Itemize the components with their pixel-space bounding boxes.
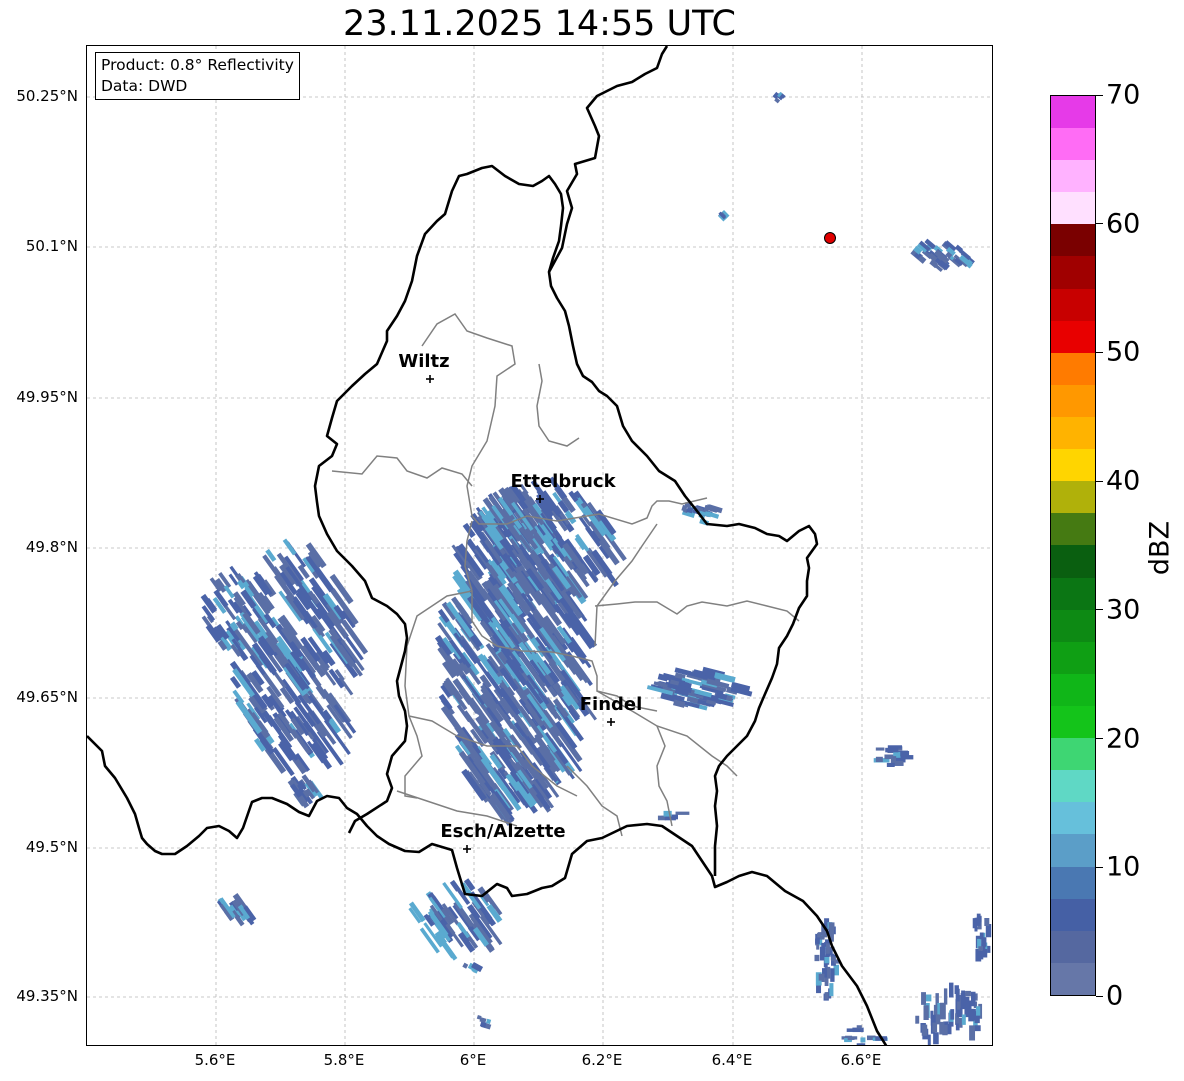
lat-label: 49.35°N [16, 987, 78, 1005]
colorbar-segment [1051, 738, 1095, 771]
lon-label: 5.6°E [194, 1051, 236, 1069]
colorbar-segment [1051, 256, 1095, 289]
lat-label: 49.95°N [16, 388, 78, 406]
lon-label: 6.6°E [840, 1051, 882, 1069]
map-canvas [87, 46, 992, 1045]
colorbar-tick [1096, 480, 1103, 482]
radar-echoes [200, 91, 992, 1045]
radar-echo [229, 621, 239, 632]
colorbar-tick [1096, 223, 1103, 225]
city-label-wiltz: Wiltz [398, 351, 450, 372]
radar-echo [657, 673, 669, 682]
colorbar-segment [1051, 384, 1095, 418]
radar-echo [282, 538, 297, 556]
radar-echo [476, 1015, 482, 1020]
radar-echo [945, 251, 953, 259]
radar-echo [774, 97, 781, 104]
colorbar-segment [1051, 898, 1095, 931]
radar-echo [462, 962, 469, 969]
colorbar-segment [1051, 449, 1095, 482]
colorbar-tick [1096, 866, 1103, 868]
data-source-label: Data: DWD [101, 77, 188, 95]
lon-label: 6.2°E [581, 1051, 623, 1069]
colorbar-tick-label: 40 [1106, 465, 1141, 497]
radar-echo [674, 672, 686, 680]
colorbar-segment [1051, 160, 1095, 193]
radar-echo [681, 504, 688, 512]
city-label-ettelbruck: Ettelbruck [510, 471, 616, 492]
radar-echo [913, 251, 922, 260]
map-title: 23.11.2025 14:55 UTC [343, 4, 736, 44]
radar-map[interactable] [86, 45, 993, 1046]
lon-label: 6.4°E [711, 1051, 753, 1069]
radar-echo [913, 245, 923, 255]
radar-echo [485, 1018, 492, 1025]
colorbar-segment [1051, 866, 1095, 899]
info-box: Product: 0.8° Reflectivity Data: DWD [95, 52, 300, 100]
radar-echo [479, 1017, 487, 1024]
radar-echo [223, 584, 235, 599]
colorbar-segment [1051, 224, 1095, 257]
colorbar-segment [1051, 320, 1095, 353]
lat-label: 50.1°N [25, 237, 78, 255]
location-marker [824, 232, 836, 244]
product-label: Product: 0.8° Reflectivity [101, 56, 294, 74]
colorbar-segment [1051, 834, 1095, 867]
colorbar-tick-label: 20 [1106, 723, 1141, 755]
lat-label: 50.25°N [16, 87, 78, 105]
radar-echo [479, 1021, 487, 1028]
colorbar-segment [1051, 481, 1095, 514]
radar-echo [672, 699, 686, 708]
colorbar-tick [1096, 609, 1103, 611]
colorbar [1050, 95, 1096, 996]
lat-label: 49.8°N [25, 538, 78, 556]
colorbar-segment [1051, 417, 1095, 450]
lat-label: 49.65°N [16, 688, 78, 706]
radar-echo [684, 501, 692, 509]
colorbar-segment [1051, 641, 1095, 674]
radar-echo [669, 679, 680, 686]
colorbar-tick-label: 60 [1106, 208, 1141, 240]
colorbar-segment [1051, 577, 1095, 610]
radar-echo [705, 699, 717, 706]
colorbar-segment [1051, 673, 1095, 707]
colorbar-segment [1051, 609, 1095, 642]
colorbar-tick-label: 50 [1106, 336, 1141, 368]
colorbar-tick-label: 0 [1106, 980, 1124, 1012]
lat-label: 49.5°N [25, 838, 78, 856]
colorbar-segment [1051, 545, 1095, 578]
colorbar-segment [1051, 288, 1095, 321]
city-label-findel: Findel [579, 694, 643, 715]
colorbar-title: dBZ [1144, 520, 1176, 576]
colorbar-segment [1051, 513, 1095, 546]
radar-echo [686, 506, 694, 514]
radar-echo [660, 692, 678, 703]
colorbar-tick [1096, 351, 1103, 353]
colorbar-tick-label: 30 [1106, 594, 1141, 626]
colorbar-tick-label: 70 [1106, 79, 1141, 111]
radar-echo [777, 91, 783, 98]
colorbar-segment [1051, 352, 1095, 385]
radar-echo [674, 687, 690, 697]
colorbar-segment [1051, 706, 1095, 739]
radar-echo [704, 504, 715, 511]
radar-echo [261, 710, 276, 728]
lon-label: 6°E [459, 1051, 487, 1069]
colorbar-segment [1051, 192, 1095, 225]
colorbar-tick [1096, 738, 1103, 740]
colorbar-segment [1051, 770, 1095, 803]
colorbar-segment [1051, 802, 1095, 835]
radar-echo [937, 253, 945, 261]
radar-echo [449, 879, 461, 892]
lon-label: 5.8°E [323, 1051, 365, 1069]
city-label-esch-alzette: Esch/Alzette [440, 821, 566, 842]
colorbar-segment [1051, 930, 1095, 963]
radar-echo [954, 244, 964, 253]
colorbar-segment [1051, 95, 1095, 129]
colorbar-tick [1096, 995, 1103, 997]
colorbar-segment [1051, 128, 1095, 161]
colorbar-segment [1051, 962, 1095, 995]
colorbar-tick [1096, 94, 1103, 96]
colorbar-tick-label: 10 [1106, 851, 1141, 883]
